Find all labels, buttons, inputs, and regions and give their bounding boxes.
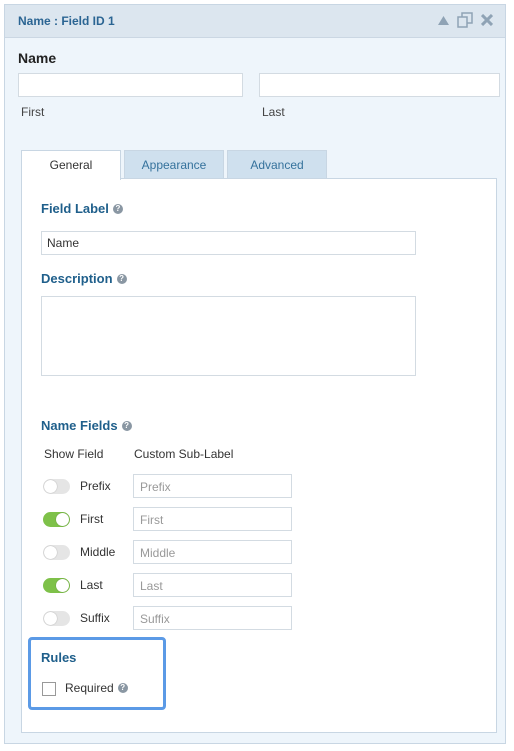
name-fields-heading: Name Fields ? bbox=[41, 418, 132, 433]
description-textarea[interactable] bbox=[41, 296, 416, 376]
field-settings-panel: Name : Field ID 1 Name First Last Genera… bbox=[4, 4, 506, 744]
help-icon[interactable]: ? bbox=[117, 683, 128, 693]
field-label-input[interactable] bbox=[41, 231, 416, 255]
last-sublabel: Last bbox=[262, 105, 285, 119]
last-name-preview-input[interactable] bbox=[259, 73, 500, 97]
first-name-preview-input[interactable] bbox=[18, 73, 243, 97]
required-label-group: Required ? bbox=[65, 681, 128, 695]
description-title: Description bbox=[41, 271, 113, 286]
help-icon[interactable]: ? bbox=[112, 203, 123, 214]
field-label-heading: Field Label ? bbox=[41, 201, 123, 216]
description-heading: Description ? bbox=[41, 271, 127, 286]
first-toggle[interactable] bbox=[43, 512, 70, 527]
required-label: Required bbox=[65, 681, 114, 695]
last-toggle[interactable] bbox=[43, 578, 70, 593]
panel-header: Name : Field ID 1 bbox=[5, 5, 505, 38]
middle-sublabel-input[interactable]: Middle bbox=[133, 540, 292, 564]
help-icon[interactable]: ? bbox=[116, 273, 127, 284]
name-fields-title: Name Fields bbox=[41, 418, 118, 433]
first-sublabel-input[interactable]: First bbox=[133, 507, 292, 531]
suffix-toggle[interactable] bbox=[43, 611, 70, 626]
tab-appearance[interactable]: Appearance bbox=[124, 150, 224, 179]
required-checkbox[interactable] bbox=[42, 682, 56, 696]
collapse-icon[interactable] bbox=[435, 11, 451, 29]
duplicate-icon[interactable] bbox=[457, 11, 473, 29]
field-preview-label: Name bbox=[18, 50, 57, 66]
suffix-sublabel-input[interactable]: Suffix bbox=[133, 606, 292, 630]
panel-title: Name : Field ID 1 bbox=[18, 14, 115, 28]
first-sublabel: First bbox=[21, 105, 45, 119]
first-row-label: First bbox=[80, 512, 104, 526]
suffix-row-label: Suffix bbox=[80, 611, 110, 625]
help-icon[interactable]: ? bbox=[121, 420, 132, 431]
show-field-column-header: Show Field bbox=[44, 447, 104, 461]
middle-toggle[interactable] bbox=[43, 545, 70, 560]
middle-row-label: Middle bbox=[80, 545, 116, 559]
rules-section-highlight: Rules Required ? bbox=[28, 637, 166, 710]
prefix-toggle[interactable] bbox=[43, 479, 70, 494]
close-icon[interactable] bbox=[479, 11, 495, 29]
custom-sublabel-column-header: Custom Sub-Label bbox=[134, 447, 234, 461]
tab-general[interactable]: General bbox=[21, 150, 121, 180]
rules-title: Rules bbox=[41, 650, 77, 665]
last-sublabel-input[interactable]: Last bbox=[133, 573, 292, 597]
tab-advanced[interactable]: Advanced bbox=[227, 150, 327, 179]
prefix-row-label: Prefix bbox=[80, 479, 111, 493]
prefix-sublabel-input[interactable]: Prefix bbox=[133, 474, 292, 498]
field-label-title: Field Label bbox=[41, 201, 109, 216]
last-row-label: Last bbox=[80, 578, 103, 592]
